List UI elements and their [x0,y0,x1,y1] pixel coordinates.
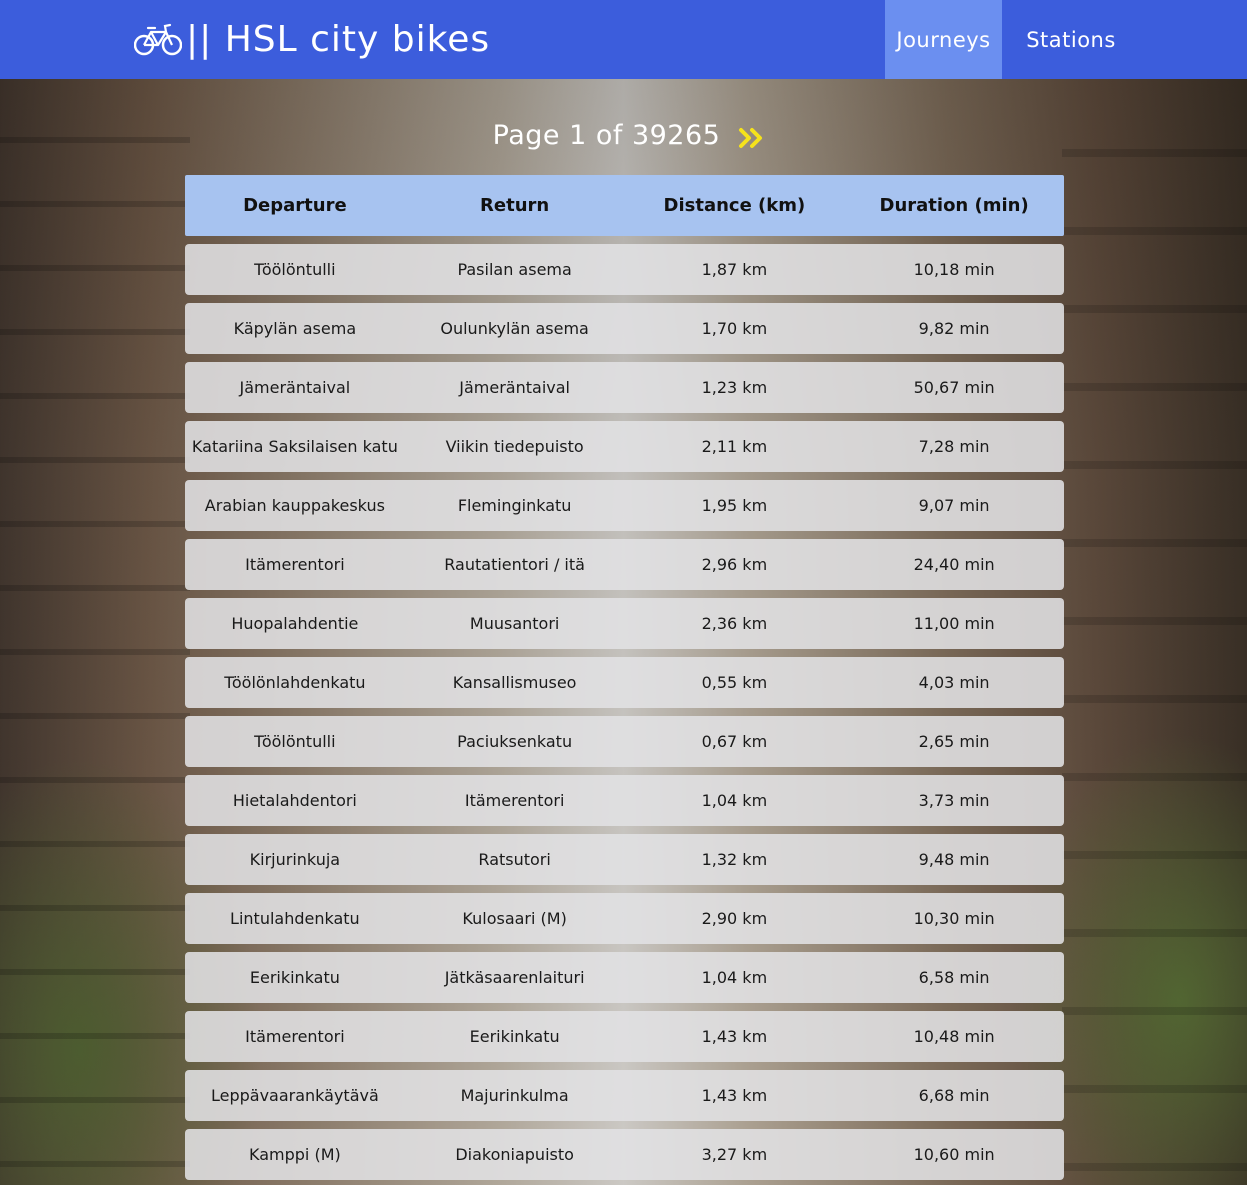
cell-return: Viikin tiedepuisto [445,437,584,456]
cell-duration: 10,48 min [913,1027,995,1046]
cell-return: Kansallismuseo [452,673,577,692]
cell-duration: 9,48 min [918,850,990,869]
nav-stations[interactable]: Stations [1002,0,1140,79]
cell-duration: 24,40 min [913,555,995,574]
table-row[interactable]: Huopalahdentie Muusantori 2,36 km 11,00 min [185,598,1064,649]
navbar: || HSL city bikes Journeys Stations [0,0,1247,79]
header-distance[interactable]: Distance (km) [625,195,845,216]
cell-duration: 7,28 min [918,437,990,456]
cell-return: Paciuksenkatu [457,732,573,751]
page-indicator: Page 1 of 39265 [492,119,721,151]
cell-departure: Töölöntulli [254,260,336,279]
cell-duration: 9,82 min [918,319,990,338]
bicycle-icon [134,22,182,56]
brand[interactable]: || HSL city bikes [134,16,490,62]
cell-departure: Käpylän asema [233,319,357,338]
cell-departure: Hietalahdentori [232,791,357,810]
table-row[interactable]: Itämerentori Eerikinkatu 1,43 km 10,48 min [185,1011,1064,1062]
table-row[interactable]: Leppävaarankäytävä Majurinkulma 1,43 km 6,6… [185,1070,1064,1121]
cell-departure: Kamppi (M) [249,1145,341,1164]
background-building-left [0,79,190,1185]
cell-duration: 11,00 min [913,614,995,633]
cell-distance: 1,87 km [701,260,768,279]
cell-departure: Itämerentori [245,1027,345,1046]
table-header: Departure Return Distance (km) Duration … [185,175,1064,236]
cell-departure: Huopalahdentie [231,614,359,633]
table-row[interactable]: Eerikinkatu Jätkäsaarenlaituri 1,04 km 6,58… [185,952,1064,1003]
header-departure[interactable]: Departure [185,195,405,216]
table-row[interactable]: Töölönlahdenkatu Kansallismuseo 0,55 km 4,0… [185,657,1064,708]
cell-departure: Leppävaarankäytävä [210,1086,379,1105]
cell-departure: Eerikinkatu [249,968,340,987]
cell-duration: 6,68 min [918,1086,990,1105]
table-row[interactable]: Jämeräntaival Jämeräntaival 1,23 km 50,67 m… [185,362,1064,413]
cell-departure: Jämeräntaival [239,378,351,397]
cell-return: Jämeräntaival [459,378,570,397]
cell-return: Majurinkulma [460,1086,569,1105]
table-body: Töölöntulli Pasilan asema 1,87 km 10,18 min… [185,244,1064,1180]
cell-departure: Töölönlahdenkatu [224,673,366,692]
background-building-right [1062,79,1247,1185]
cell-duration: 9,07 min [918,496,990,515]
header-return[interactable]: Return [405,195,625,216]
cell-distance: 1,04 km [701,968,768,987]
cell-departure: Töölöntulli [254,732,336,751]
cell-duration: 2,65 min [918,732,990,751]
cell-return: Kulosaari (M) [462,909,567,928]
cell-return: Eerikinkatu [469,1027,560,1046]
brand-title: || HSL city bikes [186,18,491,60]
cell-return: Ratsutori [478,850,551,869]
nav-journeys[interactable]: Journeys [885,0,1002,79]
table-row[interactable]: Töölöntulli Paciuksenkatu 0,67 km 2,65 min [185,716,1064,767]
cell-duration: 50,67 min [913,378,995,397]
table-row[interactable]: Lintulahdenkatu Kulosaari (M) 2,90 km 10,30… [185,893,1064,944]
cell-distance: 1,23 km [701,378,768,397]
table-row[interactable]: Kamppi (M) Diakoniapuisto 3,27 km 10,60 min [185,1129,1064,1180]
cell-duration: 10,18 min [913,260,995,279]
cell-return: Muusantori [469,614,560,633]
cell-distance: 1,43 km [701,1086,768,1105]
cell-return: Itämerentori [464,791,565,810]
cell-return: Jätkäsaarenlaituri [444,968,585,987]
cell-return: Rautatientori / itä [444,555,585,574]
cell-distance: 1,70 km [701,319,768,338]
cell-distance: 1,32 km [701,850,768,869]
cell-departure: Kirjurinkuja [249,850,341,869]
cell-distance: 3,27 km [701,1145,768,1164]
journeys-table: Departure Return Distance (km) Duration … [185,175,1064,1185]
cell-return: Oulunkylän asema [440,319,589,338]
pagination: Page 1 of 39265 [0,112,1247,158]
cell-duration: 10,30 min [913,909,995,928]
table-row[interactable]: Itämerentori Rautatientori / itä 2,96 km 24… [185,539,1064,590]
cell-duration: 4,03 min [918,673,990,692]
cell-distance: 0,67 km [701,732,768,751]
table-row[interactable]: Käpylän asema Oulunkylän asema 1,70 km 9,82… [185,303,1064,354]
cell-departure: Itämerentori [245,555,345,574]
double-chevron-right-icon[interactable] [738,127,764,149]
cell-return: Fleminginkatu [457,496,572,515]
cell-distance: 2,90 km [701,909,768,928]
cell-duration: 6,58 min [918,968,990,987]
cell-departure: Arabian kauppakeskus [204,496,385,515]
cell-duration: 10,60 min [913,1145,995,1164]
cell-distance: 2,11 km [701,437,768,456]
cell-return: Pasilan asema [457,260,572,279]
cell-return: Diakoniapuisto [455,1145,574,1164]
cell-distance: 0,55 km [701,673,768,692]
cell-distance: 1,04 km [701,791,768,810]
table-row[interactable]: Arabian kauppakeskus Fleminginkatu 1,95 km… [185,480,1064,531]
table-row[interactable]: Hietalahdentori Itämerentori 1,04 km 3,73 m… [185,775,1064,826]
nav-links: Journeys Stations [885,0,1140,79]
cell-distance: 1,43 km [701,1027,768,1046]
table-row[interactable]: Töölöntulli Pasilan asema 1,87 km 10,18 min [185,244,1064,295]
header-duration[interactable]: Duration (min) [844,195,1064,216]
cell-distance: 1,95 km [701,496,768,515]
table-row[interactable]: Katariina Saksilaisen katu Viikin tiedepu… [185,421,1064,472]
cell-departure: Lintulahdenkatu [230,909,360,928]
cell-distance: 2,36 km [701,614,768,633]
cell-departure: Katariina Saksilaisen katu [191,437,398,456]
cell-distance: 2,96 km [701,555,768,574]
table-row[interactable]: Kirjurinkuja Ratsutori 1,32 km 9,48 min [185,834,1064,885]
cell-duration: 3,73 min [918,791,990,810]
